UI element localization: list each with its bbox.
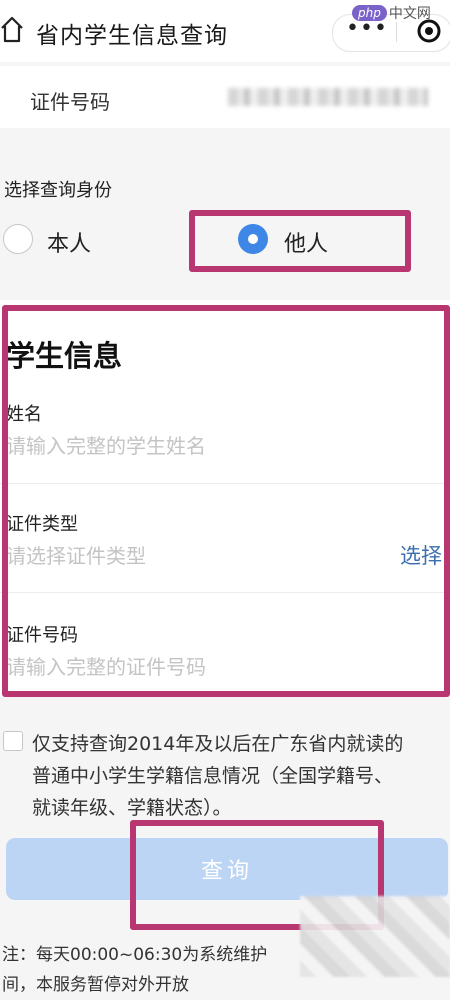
option-self-label[interactable]: 本人	[47, 226, 91, 258]
capsule-divider	[396, 22, 397, 42]
mosaic-overlay	[300, 896, 450, 977]
id-number-label: 证件号码	[30, 90, 110, 114]
footnote-line: 注：每天00:00~06:30为系统维护	[2, 945, 268, 965]
agree-checkbox[interactable]	[3, 731, 23, 751]
watermark-text: 中文网	[388, 6, 431, 22]
scope-notice: 仅支持查询2014年及以后在广东省内就读的 普通中小学生学籍信息情况（全国学籍号…	[32, 728, 446, 824]
id-number-blurred-value	[228, 88, 428, 106]
maintenance-footnote: 注：每天00:00~06:30为系统维护 间，本服务暂停对外开放	[2, 940, 267, 1000]
watermark-logo: php	[352, 5, 387, 21]
identity-section-label: 选择查询身份	[4, 180, 112, 201]
highlight-box-student-info	[2, 305, 450, 697]
highlight-box-other	[189, 210, 411, 272]
watermark: php 中文网	[352, 2, 431, 24]
footnote-line: 间，本服务暂停对外开放	[2, 975, 189, 995]
notice-line: 普通中小学生学籍信息情况（全国学籍号、	[32, 765, 394, 787]
page-title: 省内学生信息查询	[36, 23, 228, 49]
radio-self[interactable]	[3, 224, 33, 254]
notice-line: 仅支持查询2014年及以后在广东省内就读的	[32, 733, 404, 755]
home-icon[interactable]	[0, 15, 24, 43]
